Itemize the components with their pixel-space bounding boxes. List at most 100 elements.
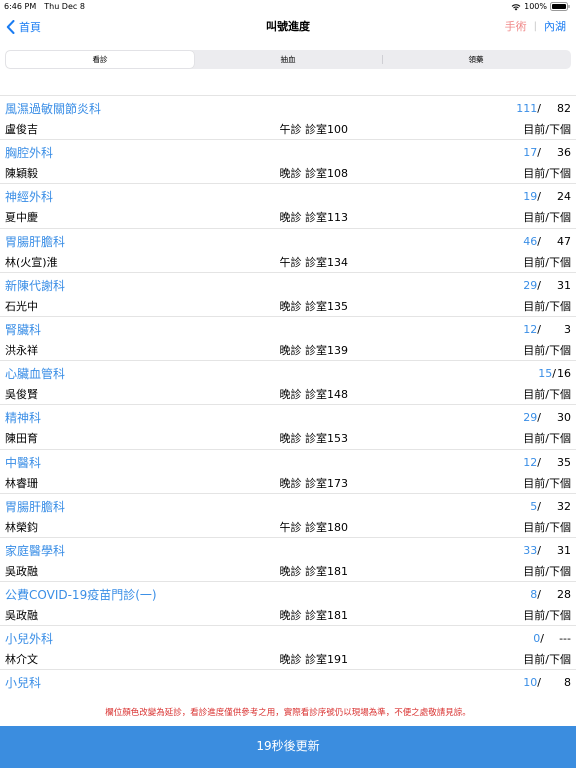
next-number: 35	[557, 455, 571, 469]
table-row[interactable]: 精神科 陳田育 晚診 診室153 29/30 目前/下個	[0, 405, 576, 450]
progress-hint: 目前/下個	[523, 564, 571, 578]
number-progress: 29/30	[523, 411, 571, 425]
clinic-room: 晚診 診室153	[279, 432, 349, 446]
department-name: 家庭醫學科	[5, 543, 66, 558]
segment-blood-draw[interactable]: 抽血	[194, 51, 382, 68]
doctor-name: 盧俊吉	[5, 123, 38, 136]
clinic-room: 晚診 診室139	[279, 343, 349, 357]
next-number: 32	[557, 499, 571, 513]
status-time: 6:46 PM	[4, 2, 37, 11]
table-row[interactable]: 腎臟科 洪永祥 晚診 診室139 12/3 目前/下個	[0, 317, 576, 362]
progress-hint: 目前/下個	[523, 211, 571, 225]
number-progress: 12/3	[523, 322, 571, 336]
clinic-room: 晚診 診室148	[279, 388, 349, 402]
department-name: 精神科	[5, 411, 42, 426]
current-number: 15	[538, 367, 553, 381]
progress-hint: 目前/下個	[523, 653, 571, 667]
progress-hint: 目前/下個	[523, 520, 571, 534]
current-number: 111	[516, 102, 538, 115]
doctor-name: 吳俊賢	[5, 388, 38, 402]
clinic-room: 午診 診室100	[279, 123, 349, 136]
department-name: 胃腸肝膽科	[5, 499, 66, 514]
current-number: 46	[523, 234, 538, 248]
number-progress: 19/24	[523, 190, 571, 204]
refresh-countdown-button[interactable]: 19秒後更新	[0, 726, 576, 768]
table-row[interactable]: 胃腸肝膽科 林(火宣)淮 午診 診室134 46/47 目前/下個	[0, 229, 576, 273]
current-number: 8	[530, 588, 538, 602]
current-number: 29	[523, 278, 538, 292]
segment-consultation[interactable]: 看診	[6, 51, 194, 68]
department-name: 胸腔外科	[5, 146, 54, 161]
delay-notice: 欄位顏色改變為延診，看診進度僅供參考之用，實際看診序號仍以現場為準，不便之處敬請…	[0, 700, 576, 726]
table-row[interactable]: 公費COVID-19疫苗門診(一) 吳政融 晚診 診室181 8/28 目前/下…	[0, 582, 576, 627]
next-number: 31	[557, 278, 571, 292]
doctor-name: 陳田育	[5, 432, 38, 446]
doctor-name: 石光中	[5, 299, 38, 313]
next-number: ---	[559, 632, 571, 646]
table-row[interactable]: 新陳代謝科 石光中 晚診 診室135 29/31 目前/下個	[0, 273, 576, 317]
number-progress: 8/28	[530, 588, 571, 602]
page-title: 叫號進度	[266, 20, 310, 33]
clinic-room: 晚診 診室181	[279, 564, 349, 578]
table-row[interactable]: 中醫科 林睿珊 晚診 診室173 12/35 目前/下個	[0, 450, 576, 494]
progress-hint: 目前/下個	[523, 388, 571, 402]
status-left: 6:46 PM Thu Dec 8	[4, 0, 93, 13]
number-progress: 111/82	[516, 102, 571, 115]
next-number: 24	[557, 190, 571, 204]
table-row[interactable]: 風濕過敏關節炎科 盧俊吉 午診 診室100 111/82 目前/下個	[0, 96, 576, 141]
table-row[interactable]: 神經外科 夏中慶 晚診 診室113 19/24 目前/下個	[0, 184, 576, 229]
doctor-name: 洪永祥	[5, 343, 38, 357]
doctor-name: 林榮鈞	[5, 520, 38, 534]
table-row[interactable]: 家庭醫學科 吳政融 晚診 診室181 33/31 目前/下個	[0, 538, 576, 583]
current-number: 12	[523, 322, 538, 336]
table-row[interactable]: 胸腔外科 陳穎毅 晚診 診室108 17/36 目前/下個	[0, 140, 576, 185]
department-name: 腎臟科	[5, 322, 42, 337]
doctor-name: 吳政融	[5, 564, 38, 578]
progress-hint: 目前/下個	[523, 299, 571, 313]
next-number: 31	[557, 543, 571, 557]
current-number: 33	[523, 543, 538, 557]
clinic-room: 晚診 診室135	[279, 299, 349, 313]
clinic-room: 晚診 診室181	[279, 609, 349, 623]
department-name: 心臟血管科	[5, 367, 66, 382]
clinic-room: 晚診 診室113	[279, 211, 349, 225]
nav-separator: |	[533, 21, 537, 32]
surgery-link[interactable]: 手術	[505, 17, 527, 37]
navigation-bar: 首頁 叫號進度 手術 | 內湖	[0, 13, 576, 41]
next-number: 30	[557, 411, 571, 425]
table-row[interactable]: 心臟血管科 吳俊賢 晚診 診室148 15/16 目前/下個	[0, 361, 576, 406]
nav-right-links: 手術 | 內湖	[505, 17, 566, 37]
department-name: 神經外科	[5, 190, 54, 205]
clinic-room: 晚診 診室173	[279, 476, 349, 490]
next-number: 8	[564, 676, 571, 690]
clinic-progress-list[interactable]: 風濕過敏關節炎科 盧俊吉 午診 診室100 111/82 目前/下個 胸腔外科 …	[0, 95, 576, 715]
neihu-link[interactable]: 內湖	[544, 17, 566, 37]
progress-hint: 目前/下個	[523, 123, 571, 136]
status-right: 100%	[511, 0, 570, 13]
department-name: 胃腸肝膽科	[5, 234, 66, 249]
current-number: 29	[523, 411, 538, 425]
progress-hint: 目前/下個	[523, 432, 571, 446]
current-number: 10	[523, 676, 538, 690]
progress-hint: 目前/下個	[523, 167, 571, 181]
segment-pharmacy[interactable]: 領藥	[382, 51, 570, 68]
status-date: Thu Dec 8	[44, 2, 85, 11]
doctor-name: 林睿珊	[5, 476, 38, 490]
status-bar: 6:46 PM Thu Dec 8 100%	[0, 0, 576, 13]
clinic-room: 晚診 診室191	[279, 653, 349, 667]
number-progress: 5/32	[530, 499, 571, 513]
table-row[interactable]: 小兒外科 林介文 晚診 診室191 0/--- 目前/下個	[0, 626, 576, 671]
current-number: 12	[523, 455, 538, 469]
wifi-icon	[511, 3, 521, 10]
progress-hint: 目前/下個	[523, 255, 571, 269]
number-progress: 29/31	[523, 278, 571, 292]
number-progress: 12/35	[523, 455, 571, 469]
department-name: 中醫科	[5, 455, 42, 470]
current-number: 5	[530, 499, 538, 513]
doctor-name: 林介文	[5, 653, 38, 667]
department-name: 新陳代謝科	[5, 278, 66, 293]
clinic-room: 午診 診室134	[279, 255, 349, 269]
clinic-room: 晚診 診室108	[279, 167, 349, 181]
battery-percent: 100%	[524, 2, 547, 11]
table-row[interactable]: 胃腸肝膽科 林榮鈞 午診 診室180 5/32 目前/下個	[0, 494, 576, 538]
